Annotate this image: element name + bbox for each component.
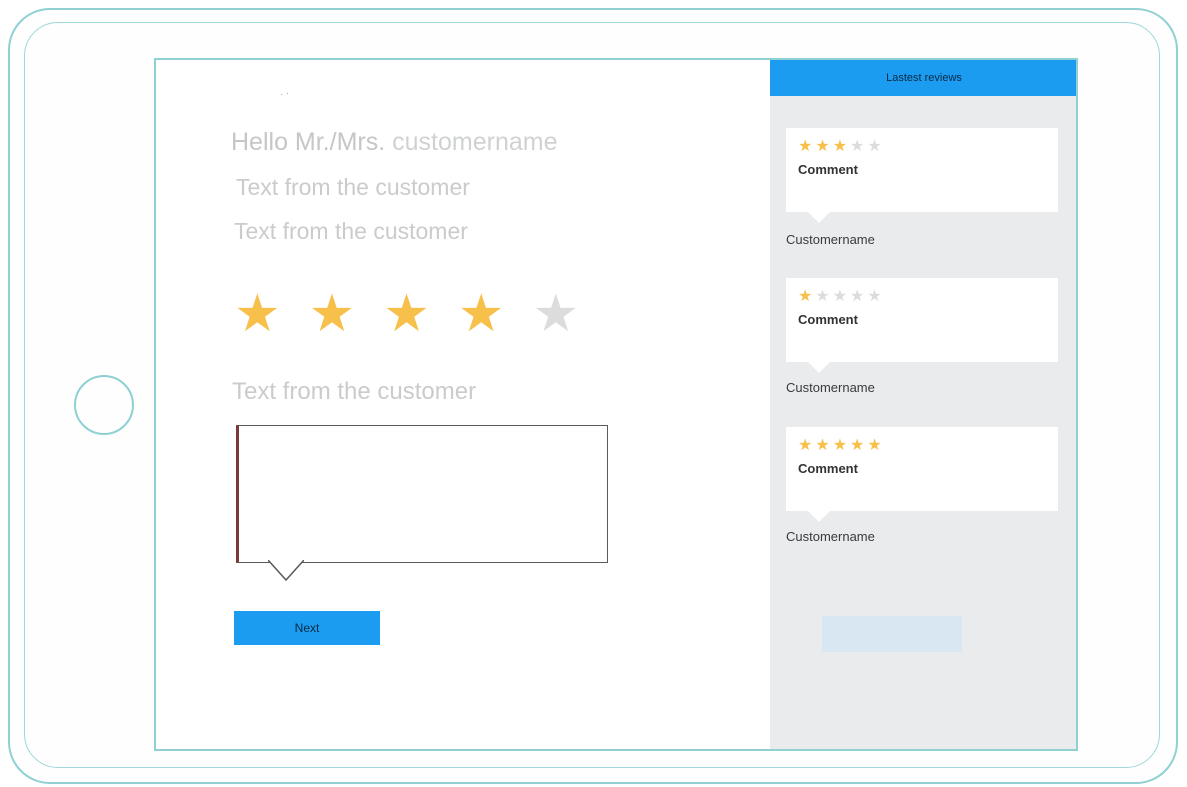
star-icon[interactable]: ★ bbox=[533, 288, 580, 340]
star-icon: ★ bbox=[850, 437, 868, 454]
load-more-button[interactable] bbox=[822, 616, 962, 652]
star-icon[interactable]: ★ bbox=[458, 288, 505, 340]
customer-name: customername bbox=[392, 128, 558, 156]
next-button[interactable]: Next bbox=[234, 611, 380, 645]
review-bubble-tail bbox=[806, 360, 832, 373]
star-icon: ★ bbox=[867, 288, 885, 305]
review-bubble-tail bbox=[806, 210, 832, 223]
review-customer: Customername bbox=[786, 380, 875, 395]
home-button-icon[interactable] bbox=[74, 375, 134, 435]
app-screen: · ⸱ Hello Mr./Mrs. customername Text fro… bbox=[154, 58, 1078, 751]
review-card[interactable]: ★★★★★ Comment bbox=[786, 278, 1058, 362]
customer-text-2: Text from the customer bbox=[234, 218, 468, 244]
review-form: · ⸱ Hello Mr./Mrs. customername Text fro… bbox=[156, 60, 770, 749]
review-rating: ★★★★★ bbox=[798, 286, 885, 306]
star-icon: ★ bbox=[798, 288, 816, 305]
star-icon[interactable]: ★ bbox=[234, 288, 281, 340]
review-comment: Comment bbox=[798, 162, 858, 177]
star-icon: ★ bbox=[867, 138, 885, 155]
star-icon[interactable]: ★ bbox=[309, 288, 356, 340]
star-icon: ★ bbox=[798, 437, 816, 454]
review-card[interactable]: ★★★★★ Comment bbox=[786, 427, 1058, 511]
star-icon: ★ bbox=[850, 138, 868, 155]
customer-text-3: Text from the customer bbox=[232, 378, 477, 405]
star-icon: ★ bbox=[815, 138, 833, 155]
cursor-mark: · ⸱ bbox=[280, 89, 289, 100]
star-icon: ★ bbox=[867, 437, 885, 454]
star-icon: ★ bbox=[815, 288, 833, 305]
review-rating: ★★★★★ bbox=[798, 435, 885, 455]
latest-reviews-header: Lastest reviews bbox=[770, 60, 1076, 96]
latest-reviews-panel: Lastest reviews ★★★★★ Comment Customerna… bbox=[770, 60, 1076, 749]
star-icon: ★ bbox=[815, 437, 833, 454]
review-comment: Comment bbox=[798, 312, 858, 327]
star-icon: ★ bbox=[832, 288, 851, 305]
greeting-prefix: Hello Mr./Mrs. bbox=[231, 128, 386, 156]
greeting: Hello Mr./Mrs. customername bbox=[231, 128, 558, 157]
comment-input[interactable] bbox=[236, 425, 608, 563]
review-bubble-tail bbox=[806, 509, 832, 522]
speech-bubble-tail bbox=[268, 560, 304, 582]
review-rating: ★★★★★ bbox=[798, 136, 885, 156]
review-customer: Customername bbox=[786, 232, 875, 247]
star-icon[interactable]: ★ bbox=[383, 288, 430, 340]
star-icon: ★ bbox=[832, 437, 851, 454]
review-customer: Customername bbox=[786, 529, 875, 544]
star-icon: ★ bbox=[850, 288, 868, 305]
review-comment: Comment bbox=[798, 461, 858, 476]
customer-text-1: Text from the customer bbox=[236, 174, 470, 200]
star-icon: ★ bbox=[798, 138, 816, 155]
star-icon: ★ bbox=[832, 138, 851, 155]
star-rating[interactable]: ★ ★ ★ ★ ★ bbox=[234, 288, 579, 340]
review-card[interactable]: ★★★★★ Comment bbox=[786, 128, 1058, 212]
